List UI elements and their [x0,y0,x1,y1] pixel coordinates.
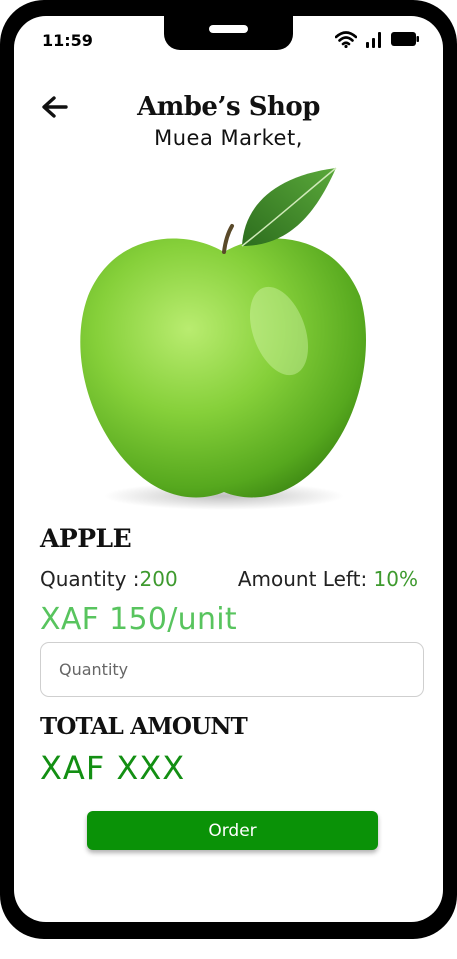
status-time: 11:59 [42,31,93,50]
phone-frame: 11:59 Ambe’s Shop Muea Market, APPLE Qua… [0,0,457,939]
quantity-info: Quantity :200 [40,567,178,591]
speaker-icon [209,25,248,33]
unit-price: XAF 150/unit [40,602,237,637]
total-amount-label: TOTAL AMOUNT [40,713,248,740]
shop-location: Muea Market, [154,126,303,150]
total-amount-value: XAF XXX [40,749,186,787]
apple-image [80,167,366,510]
signal-icon [366,32,381,48]
product-name: APPLE [40,524,132,553]
amount-left-value: 10% [373,567,418,591]
quantity-value: 200 [139,567,178,591]
amount-left-info: Amount Left: 10% [238,567,418,591]
camera-notch [164,16,293,50]
wifi-icon [335,30,357,48]
quantity-input[interactable] [40,642,424,697]
shop-name: Ambe’s Shop [137,92,320,122]
order-button[interactable]: Order [87,811,378,850]
status-icons [335,30,419,48]
quantity-label: Quantity : [40,567,140,591]
battery-icon [391,32,419,46]
app-screen: 11:59 Ambe’s Shop Muea Market, APPLE Qua… [14,16,443,922]
amount-left-label: Amount Left: [237,567,368,591]
